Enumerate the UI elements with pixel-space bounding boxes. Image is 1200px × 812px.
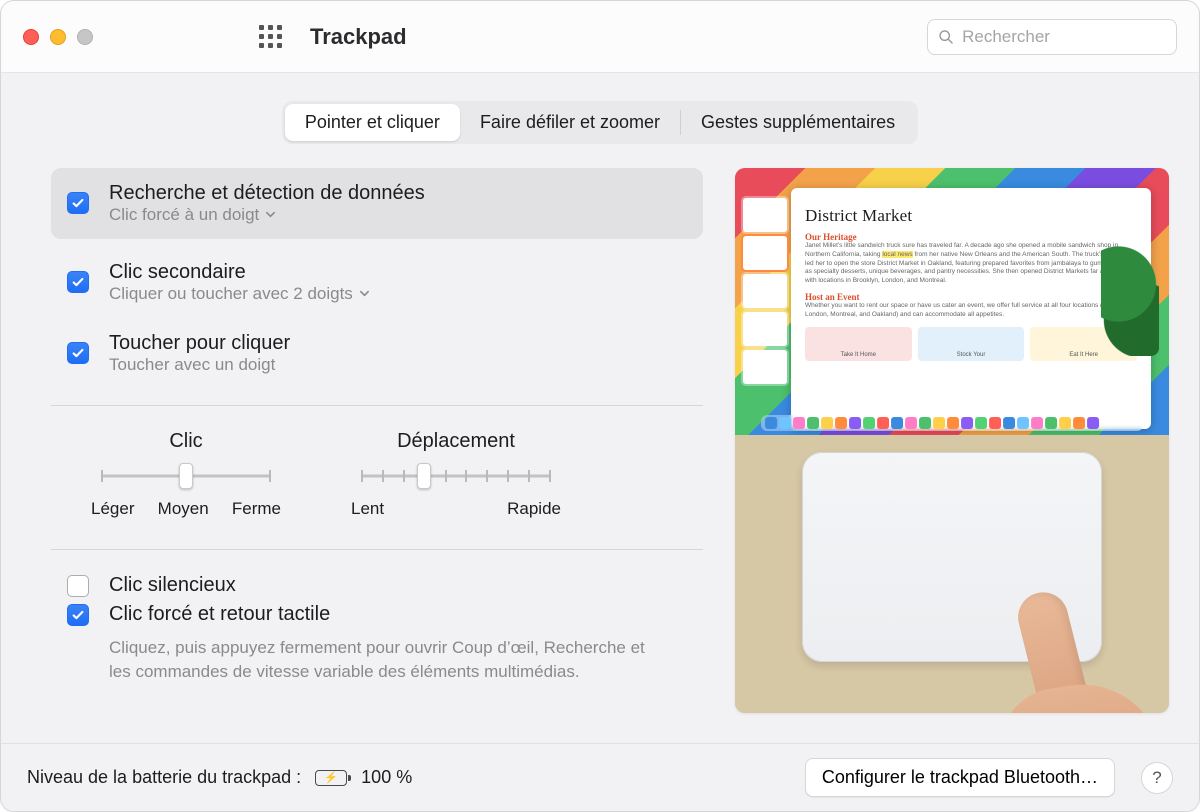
help-button[interactable]: ? bbox=[1141, 762, 1173, 794]
slider-click-label-max: Ferme bbox=[232, 499, 281, 519]
options-column: Recherche et détection de données Clic f… bbox=[51, 168, 703, 743]
chevron-down-icon[interactable] bbox=[265, 205, 276, 225]
preview-card: Take It Home bbox=[805, 327, 912, 361]
preferences-window: Trackpad Pointer et cliquer Faire défile… bbox=[0, 0, 1200, 812]
option-force-click-description: Cliquez, puis appuyez fermement pour ouv… bbox=[109, 632, 669, 684]
search-field[interactable] bbox=[927, 19, 1177, 55]
preview-doc-body-2: Whether you want to rent our space or ha… bbox=[805, 302, 1137, 320]
gesture-preview: District Market Our Heritage Janet Mille… bbox=[735, 168, 1169, 713]
option-silent-click-label: Clic silencieux bbox=[109, 574, 236, 597]
divider bbox=[51, 549, 703, 550]
preview-doc-title: District Market bbox=[805, 206, 1137, 226]
preview-dock bbox=[761, 415, 1143, 431]
preview-sidebar bbox=[743, 198, 787, 384]
zoom-window-button bbox=[77, 29, 93, 45]
slider-click-labels: Léger Moyen Ferme bbox=[91, 499, 281, 519]
slider-tracking: Déplacement Lent Rapide bbox=[361, 430, 551, 519]
option-lookup-subtitle[interactable]: Clic forcé à un doigt bbox=[109, 205, 259, 225]
slider-click-track[interactable] bbox=[101, 463, 271, 489]
slider-tracking-track[interactable] bbox=[361, 463, 551, 489]
battery-percentage: 100 % bbox=[361, 767, 412, 788]
configure-bluetooth-trackpad-button[interactable]: Configurer le trackpad Bluetooth… bbox=[805, 758, 1115, 797]
window-controls bbox=[23, 29, 93, 45]
show-all-prefs-button[interactable] bbox=[259, 25, 282, 48]
slider-click-title: Clic bbox=[169, 430, 202, 453]
preview-doc-heading-1: Our Heritage bbox=[805, 232, 1137, 242]
checkbox-lookup[interactable] bbox=[67, 192, 89, 214]
slider-tracking-knob[interactable] bbox=[417, 463, 431, 489]
search-icon bbox=[938, 28, 954, 46]
battery-icon: ⚡ bbox=[315, 770, 347, 786]
checkbox-force-click[interactable] bbox=[67, 604, 89, 626]
slider-click-label-mid: Moyen bbox=[158, 499, 209, 519]
tab-point-click[interactable]: Pointer et cliquer bbox=[285, 104, 460, 141]
option-secondary-click[interactable]: Clic secondaire Cliquer ou toucher avec … bbox=[51, 247, 703, 318]
preview-image-vegetables bbox=[1101, 236, 1159, 356]
option-lookup[interactable]: Recherche et détection de données Clic f… bbox=[51, 168, 703, 239]
checkbox-tap-to-click[interactable] bbox=[67, 342, 89, 364]
nav-arrows bbox=[181, 27, 217, 47]
option-force-click-label: Clic forcé et retour tactile bbox=[109, 603, 330, 626]
option-secondary-click-subtitle[interactable]: Cliquer ou toucher avec 2 doigts bbox=[109, 284, 353, 304]
checkbox-secondary-click[interactable] bbox=[67, 271, 89, 293]
slider-click: Clic Léger Moyen Ferme bbox=[101, 430, 271, 519]
preview-trackpad-area bbox=[735, 435, 1169, 713]
slider-tracking-label-max: Rapide bbox=[507, 499, 561, 519]
search-input[interactable] bbox=[962, 27, 1166, 47]
footer: Niveau de la batterie du trackpad : ⚡ 10… bbox=[1, 743, 1199, 811]
option-secondary-click-title: Clic secondaire bbox=[109, 261, 370, 284]
preview-screen: District Market Our Heritage Janet Mille… bbox=[735, 168, 1169, 435]
slider-click-label-min: Léger bbox=[91, 499, 134, 519]
option-tap-to-click[interactable]: Toucher pour cliquer Toucher avec un doi… bbox=[51, 318, 703, 389]
close-window-button[interactable] bbox=[23, 29, 39, 45]
preview-doc-heading-2: Host an Event bbox=[805, 292, 1137, 302]
option-tap-to-click-subtitle: Toucher avec un doigt bbox=[109, 355, 275, 375]
preview-hand bbox=[969, 545, 1139, 713]
tab-gestures[interactable]: Gestes supplémentaires bbox=[681, 104, 915, 141]
preview-document: District Market Our Heritage Janet Mille… bbox=[791, 188, 1151, 429]
chevron-down-icon[interactable] bbox=[359, 284, 370, 304]
option-silent-click[interactable]: Clic silencieux bbox=[67, 574, 703, 597]
minimize-window-button[interactable] bbox=[50, 29, 66, 45]
slider-tracking-title: Déplacement bbox=[397, 430, 515, 453]
preview-doc-body: Janet Millet's little sandwich truck sur… bbox=[805, 242, 1137, 286]
option-tap-to-click-title: Toucher pour cliquer bbox=[109, 332, 290, 355]
slider-tracking-labels: Lent Rapide bbox=[351, 499, 561, 519]
toolbar: Trackpad bbox=[1, 1, 1199, 73]
preview-card: Stock Your bbox=[918, 327, 1025, 361]
slider-tracking-label-min: Lent bbox=[351, 499, 384, 519]
option-lookup-title: Recherche et détection de données bbox=[109, 182, 425, 205]
tabbar: Pointer et cliquer Faire défiler et zoom… bbox=[1, 73, 1199, 168]
pane-title: Trackpad bbox=[310, 24, 407, 50]
battery-label: Niveau de la batterie du trackpad : bbox=[27, 767, 301, 788]
divider bbox=[51, 405, 703, 406]
option-force-click[interactable]: Clic forcé et retour tactile bbox=[67, 603, 703, 626]
tab-scroll-zoom[interactable]: Faire défiler et zoomer bbox=[460, 104, 680, 141]
checkbox-silent-click[interactable] bbox=[67, 575, 89, 597]
slider-click-knob[interactable] bbox=[179, 463, 193, 489]
